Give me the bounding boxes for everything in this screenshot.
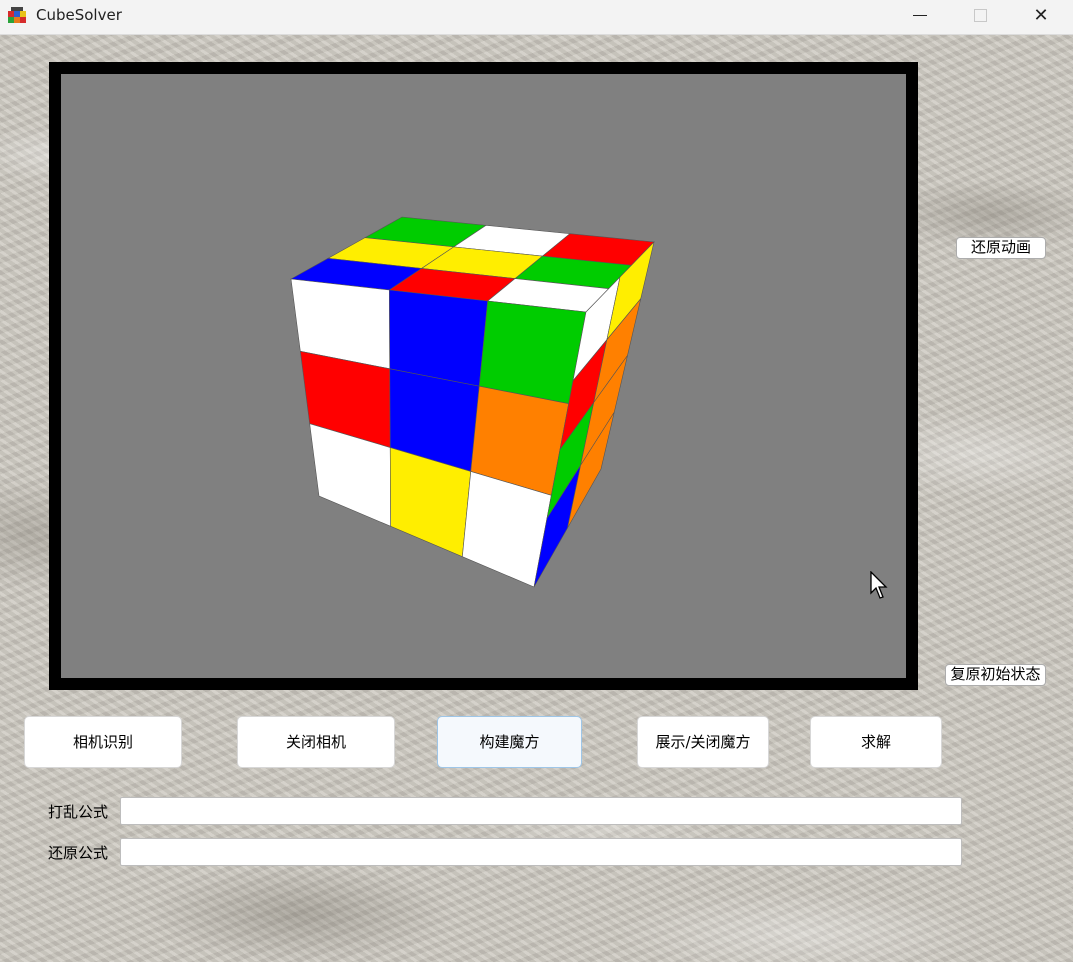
minimize-button[interactable] <box>897 0 943 30</box>
front-face-sticker <box>478 300 587 405</box>
minimize-icon <box>913 14 927 16</box>
restore-animation-button[interactable]: 还原动画 <box>956 237 1046 259</box>
reset-initial-state-button[interactable]: 复原初始状态 <box>945 664 1046 686</box>
rubiks-cube-render <box>290 216 655 588</box>
build-cube-button[interactable]: 构建魔方 <box>437 716 582 768</box>
close-button[interactable]: ✕ <box>1018 0 1064 30</box>
close-camera-button[interactable]: 关闭相机 <box>237 716 395 768</box>
title-bar: CubeSolver ✕ <box>0 0 1073 35</box>
cube-viewport-frame <box>49 62 918 690</box>
restore-formula-input[interactable] <box>120 838 962 866</box>
show-hide-cube-button[interactable]: 展示/关闭魔方 <box>637 716 769 768</box>
camera-recognize-button[interactable]: 相机识别 <box>24 716 182 768</box>
app-window: CubeSolver ✕ 还原动画 复原初始状态 相机识别 关闭相机 构建魔方 … <box>0 0 1073 962</box>
cube-3d-viewport[interactable] <box>61 74 906 678</box>
scramble-formula-input[interactable] <box>120 797 962 825</box>
scramble-formula-label: 打乱公式 <box>48 803 109 821</box>
maximize-button[interactable] <box>957 0 1003 30</box>
solve-button[interactable]: 求解 <box>810 716 942 768</box>
close-icon: ✕ <box>1033 4 1049 26</box>
mouse-cursor-icon <box>870 571 888 599</box>
maximize-icon <box>973 8 987 22</box>
rubiks-cube-icon <box>8 7 26 23</box>
window-title: CubeSolver <box>36 6 122 24</box>
restore-formula-label: 还原公式 <box>48 844 109 862</box>
